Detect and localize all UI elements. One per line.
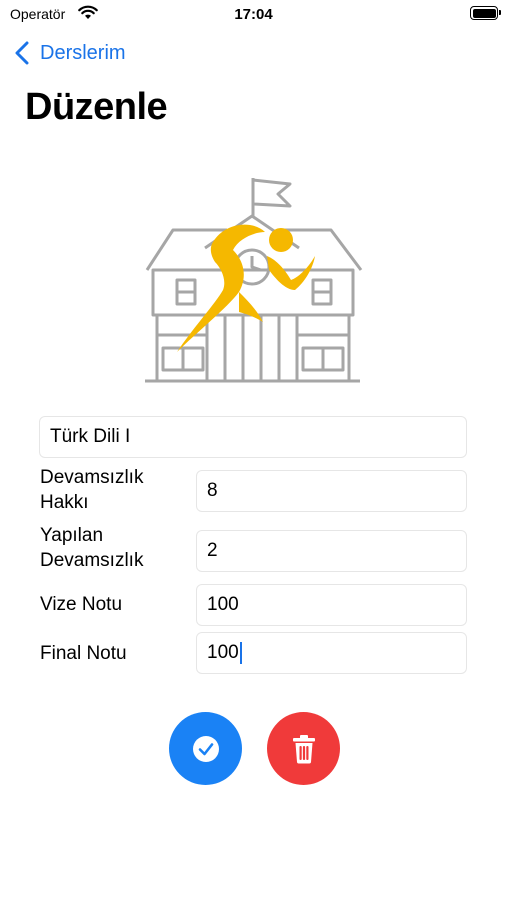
absences-taken-label-line1: Yapılan: [40, 525, 104, 546]
midterm-grade-value: 100: [207, 594, 239, 615]
absence-allowance-label-line2: Hakkı: [40, 492, 89, 513]
absences-taken-value: 2: [207, 540, 218, 561]
midterm-grade-label: Vize Notu: [40, 594, 123, 615]
chevron-left-icon: [15, 41, 29, 65]
text-cursor: [239, 642, 242, 664]
absence-allowance-label: Devamsızlık Hakkı: [40, 465, 143, 515]
final-grade-label: Final Notu: [40, 643, 127, 664]
back-button[interactable]: Derslerim: [14, 38, 126, 68]
status-time: 17:04: [234, 6, 273, 23]
status-bar: Operatör 17:04: [0, 0, 507, 30]
absence-allowance-value: 8: [207, 480, 218, 501]
absence-allowance-field[interactable]: 8: [196, 470, 467, 512]
final-grade-field[interactable]: 100: [196, 632, 467, 674]
absence-allowance-label-line1: Devamsızlık: [40, 467, 144, 488]
course-name-field[interactable]: Türk Dili I: [39, 416, 467, 458]
midterm-grade-field[interactable]: 100: [196, 584, 467, 626]
absences-taken-field[interactable]: 2: [196, 530, 467, 572]
delete-button[interactable]: [267, 712, 340, 785]
absences-taken-label-line2: Devamsızlık: [40, 550, 144, 571]
final-grade-value: 100: [207, 642, 239, 663]
school-runner-illustration: [145, 178, 363, 383]
back-label: Derslerim: [40, 41, 126, 64]
absences-taken-label: Yapılan Devamsızlık: [40, 523, 143, 573]
battery-icon: [470, 6, 501, 20]
checkmark-icon: [192, 735, 219, 762]
trash-icon: [292, 734, 315, 763]
page-title: Düzenle: [25, 86, 168, 128]
save-button[interactable]: [169, 712, 242, 785]
